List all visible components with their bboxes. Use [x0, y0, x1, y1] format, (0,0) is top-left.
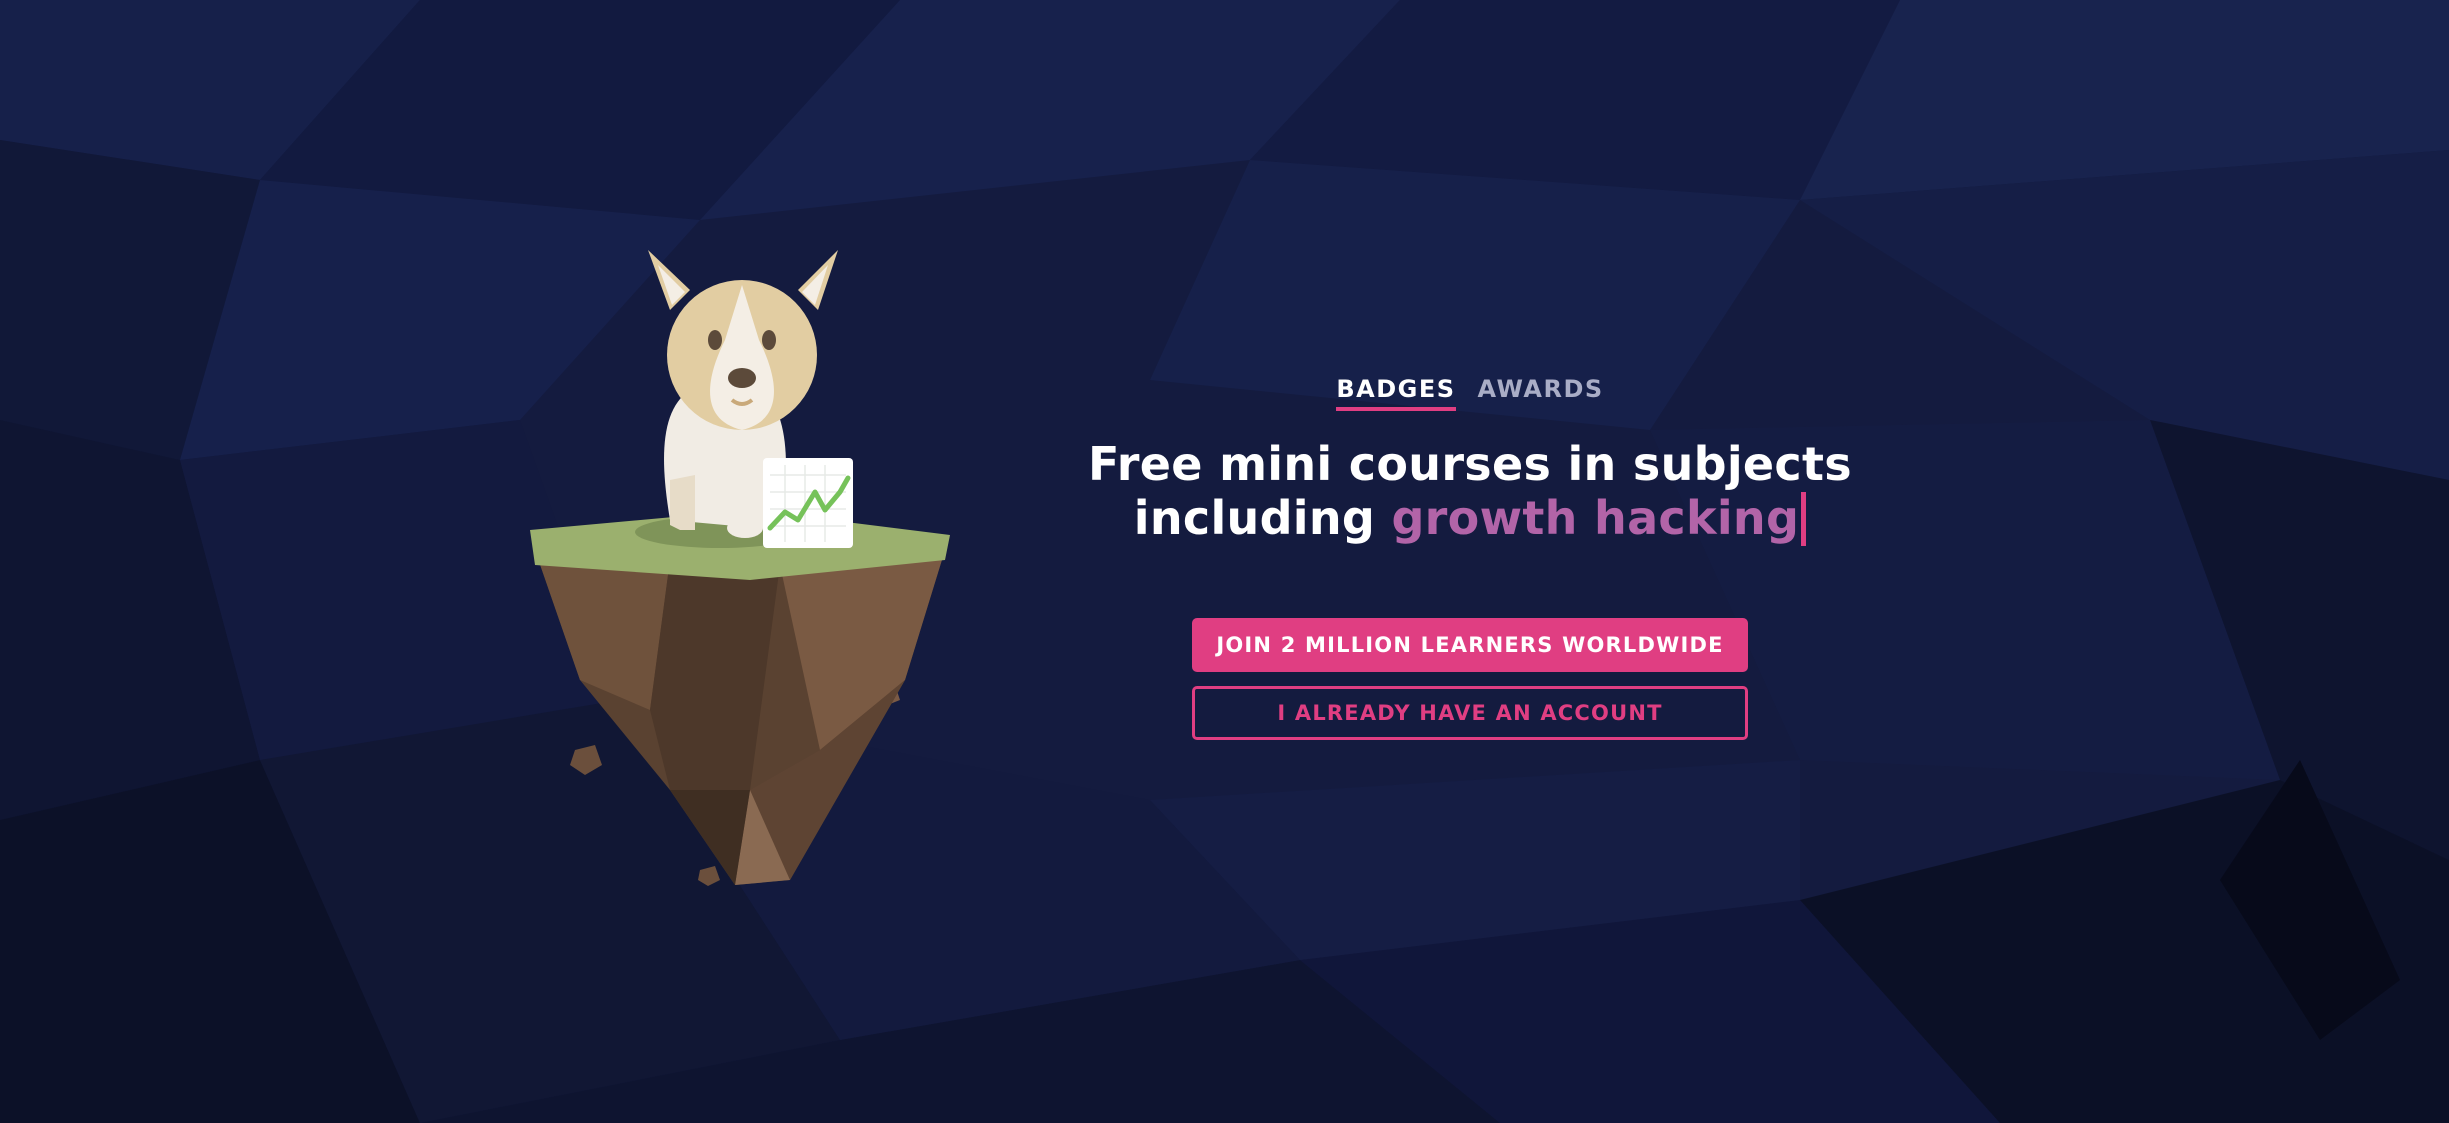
- tab-badges[interactable]: BADGES: [1336, 375, 1456, 411]
- floating-rock: [570, 745, 602, 775]
- floating-rock: [698, 866, 720, 886]
- corgi-island-illustration: [530, 250, 950, 886]
- login-button[interactable]: I ALREADY HAVE AN ACCOUNT: [1192, 686, 1748, 740]
- tab-bar: BADGES AWARDS: [1030, 375, 1910, 411]
- headline-line-1: Free mini courses in subjects: [1088, 437, 1852, 491]
- hero-headline: Free mini courses in subjects including …: [1030, 437, 1910, 546]
- typing-cursor: [1801, 492, 1807, 546]
- hero-content: BADGES AWARDS Free mini courses in subje…: [1030, 375, 1910, 740]
- join-button[interactable]: JOIN 2 MILLION LEARNERS WORLDWIDE: [1192, 618, 1748, 672]
- headline-highlight-subject: growth hacking: [1391, 491, 1800, 545]
- cta-buttons: JOIN 2 MILLION LEARNERS WORLDWIDE I ALRE…: [1030, 618, 1910, 740]
- headline-line-2-prefix: including: [1133, 491, 1392, 545]
- tab-awards[interactable]: AWARDS: [1478, 375, 1604, 411]
